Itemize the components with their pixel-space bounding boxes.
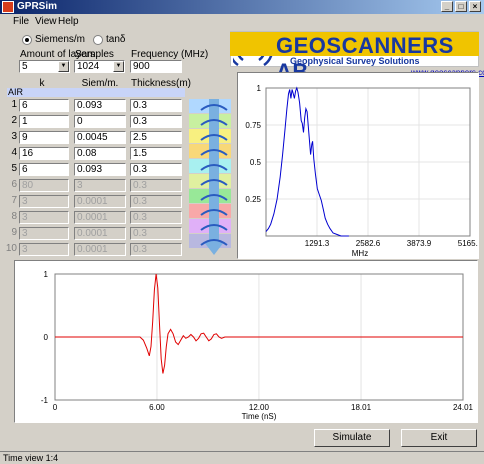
row-number: 3 (11, 131, 17, 142)
simulate-button[interactable]: Simulate (314, 429, 390, 447)
app-icon (2, 1, 14, 13)
samples-label: Samples (75, 49, 114, 60)
layer-conductivity-input (74, 211, 126, 224)
x-axis-label: MHz (352, 249, 368, 258)
layer-thickness-input (130, 179, 182, 192)
row-number: 9 (11, 227, 17, 238)
row-number: 4 (11, 147, 17, 158)
x-tick-label: 5165.1 (458, 239, 478, 248)
waveform-panel: 1 0 -1 0 6.00 12.00 18.01 24.01 Time (nS) (14, 260, 478, 423)
minimize-button[interactable]: _ (441, 1, 453, 12)
layer-thickness-input[interactable] (130, 115, 182, 128)
y-tick-label: 0 (44, 333, 49, 342)
layer-thickness-input[interactable] (130, 99, 182, 112)
frequency-label: Frequency (MHz) (131, 49, 209, 60)
layer-thickness-input[interactable] (130, 147, 182, 160)
y-tick-label: 0.25 (245, 195, 261, 204)
menu-view[interactable]: View (35, 16, 57, 27)
row-number: 8 (11, 211, 17, 222)
layer-conductivity-input (74, 195, 126, 208)
x-tick-label: 6.00 (149, 403, 165, 412)
layer-k-input (19, 179, 69, 192)
frequency-input[interactable] (130, 60, 182, 73)
menu-file[interactable]: File (13, 16, 29, 27)
layer-thickness-input (130, 227, 182, 240)
status-bar: Time view 1:4 (0, 451, 484, 464)
row-number: 7 (11, 195, 17, 206)
radio-tand-label: tanδ (106, 34, 126, 45)
air-row: AIR (7, 87, 185, 97)
spectrum-panel: 1 0.75 0.5 0.25 1291.3 2582.6 3873.9 5165.1 MHz (237, 72, 483, 259)
radio-siemens-label: Siemens/m (35, 34, 86, 45)
title-bar: GPRSim _ □ × (0, 0, 484, 14)
maximize-button[interactable]: □ (455, 1, 467, 12)
layer-conductivity-input[interactable] (74, 115, 126, 128)
row-number: 2 (11, 115, 17, 126)
layer-ladder (187, 99, 234, 255)
layer-k-input[interactable] (19, 131, 69, 144)
layer-thickness-input[interactable] (130, 163, 182, 176)
layer-k-input[interactable] (19, 99, 69, 112)
layer-conductivity-input[interactable] (74, 163, 126, 176)
layer-conductivity-input[interactable] (74, 147, 126, 160)
ladder-arrow-icon (200, 99, 228, 255)
layer-conductivity-input (74, 179, 126, 192)
samples-value: 1024 (77, 61, 100, 72)
y-tick-label: 0.75 (245, 121, 261, 130)
x-axis-label: Time (nS) (242, 412, 277, 421)
spectrum-chart: 1 0.75 0.5 0.25 1291.3 2582.6 3873.9 5165.1 MHz (245, 84, 482, 258)
window-title: GPRSim (17, 1, 58, 12)
row-number: 6 (11, 179, 17, 190)
layer-thickness-input (130, 211, 182, 224)
layer-k-input[interactable] (19, 115, 69, 128)
layer-k-input (19, 227, 69, 240)
layer-thickness-input[interactable] (130, 131, 182, 144)
close-button[interactable]: × (469, 1, 481, 12)
x-tick-label: 1291.3 (305, 239, 330, 248)
samples-select[interactable]: 1024 ▼ (74, 60, 125, 73)
layer-k-input[interactable] (19, 147, 69, 160)
row-number: 1 (11, 99, 17, 110)
radio-tand[interactable] (93, 35, 103, 45)
x-tick-label: 18.01 (351, 403, 372, 412)
layers-value: 5 (22, 61, 28, 72)
y-tick-label: 1 (44, 270, 49, 279)
row-number: 5 (11, 163, 17, 174)
layer-conductivity-input[interactable] (74, 99, 126, 112)
x-tick-label: 3873.9 (407, 239, 432, 248)
radio-siemens[interactable] (22, 35, 32, 45)
exit-button[interactable]: Exit (401, 429, 477, 447)
status-text: Time view 1:4 (3, 453, 59, 463)
logo-tagline: Geophysical Survey Solutions (290, 56, 420, 66)
layer-k-input (19, 211, 69, 224)
layer-thickness-input (130, 195, 182, 208)
x-tick-label: 24.01 (453, 403, 474, 412)
air-label: AIR (8, 87, 24, 97)
chevron-down-icon[interactable]: ▼ (113, 61, 124, 72)
x-tick-label: 12.00 (249, 403, 270, 412)
layer-k-input[interactable] (19, 163, 69, 176)
layer-conductivity-input[interactable] (74, 131, 126, 144)
layer-k-input (19, 195, 69, 208)
menu-bar: File View Help (0, 14, 484, 30)
chevron-down-icon[interactable]: ▼ (58, 61, 69, 72)
waveform-chart: 1 0 -1 0 6.00 12.00 18.01 24.01 Time (nS) (41, 270, 474, 421)
layer-conductivity-input (74, 227, 126, 240)
layer-conductivity-input (74, 243, 126, 256)
row-number: 10 (5, 243, 17, 254)
x-tick-label: 2582.6 (356, 239, 381, 248)
layer-k-input (19, 243, 69, 256)
y-tick-label: -1 (41, 396, 49, 405)
x-tick-label: 0 (53, 403, 58, 412)
y-tick-label: 1 (257, 84, 262, 93)
y-tick-label: 0.5 (250, 158, 262, 167)
layers-select[interactable]: 5 ▼ (19, 60, 70, 73)
menu-help[interactable]: Help (58, 16, 79, 27)
logo-title-bar: GEOSCANNERS AB (230, 32, 479, 84)
layer-thickness-input (130, 243, 182, 256)
